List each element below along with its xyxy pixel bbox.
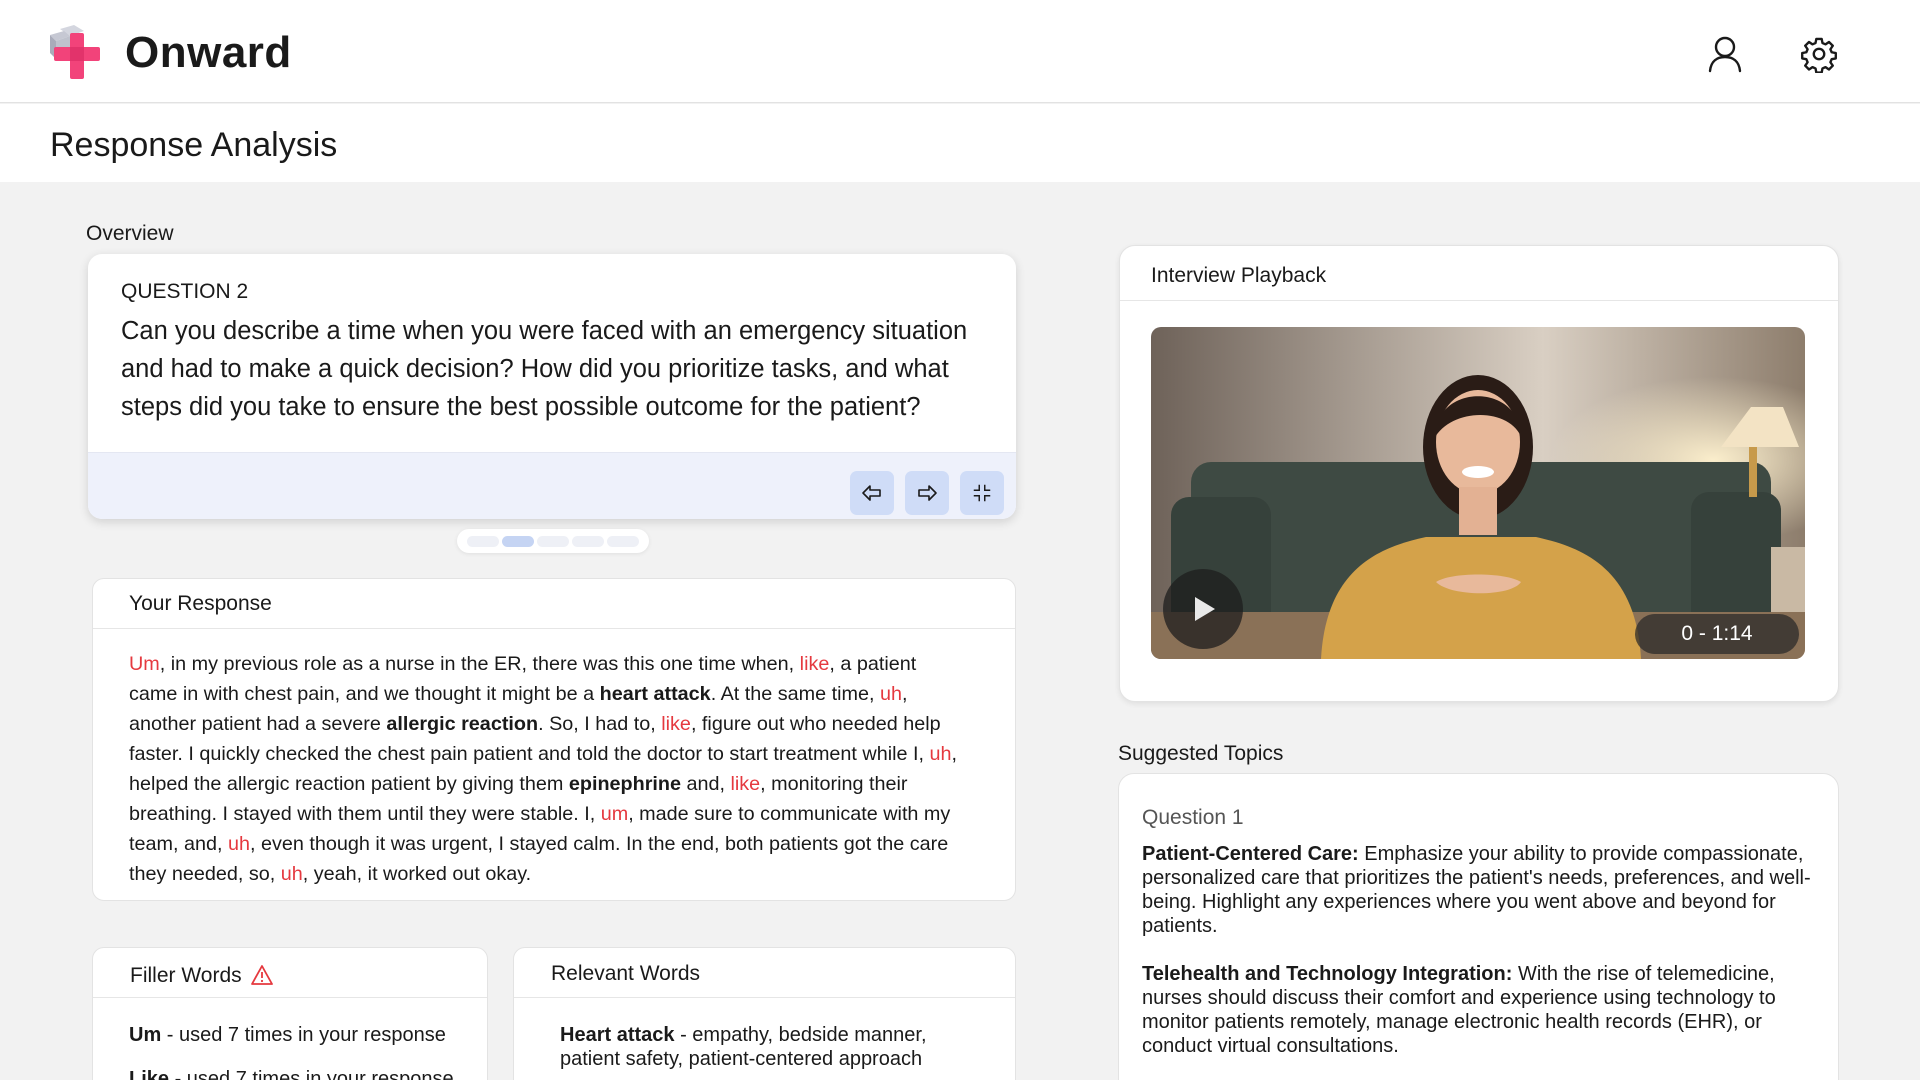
response-title: Your Response xyxy=(129,592,272,615)
relevant-words-title: Relevant Words xyxy=(551,962,701,985)
question-text: Can you describe a time when you were fa… xyxy=(121,317,968,421)
response-segment: . So, I had to, xyxy=(538,713,662,735)
relevant-words-card: Relevant Words Heart attack - empathy, b… xyxy=(513,947,1016,1080)
response-card: Your Response Um, in my previous role as… xyxy=(92,578,1016,901)
filler-words-list: Um - used 7 times in your response Like -… xyxy=(129,1023,454,1080)
video-time: 0 - 1:14 xyxy=(1635,614,1799,654)
filler-word: like xyxy=(730,773,761,795)
user-profile-button[interactable] xyxy=(1703,32,1747,76)
logo-icon xyxy=(50,25,100,79)
topics-question: Question 1 xyxy=(1142,806,1244,829)
filler-word-count: - used 7 times in your response xyxy=(161,1024,446,1046)
suggested-topic: Patient-Centered Care: Emphasize your ab… xyxy=(1142,842,1832,938)
filler-word: uh xyxy=(929,743,952,765)
warning-icon xyxy=(251,965,273,985)
response-segment: , yeah, it worked out okay. xyxy=(302,863,532,885)
relevant-word-term: Heart attack xyxy=(560,1024,675,1046)
topic-title: Patient-Centered Care: xyxy=(1142,843,1359,865)
topic-title: Telehealth and Technology Integration: xyxy=(1142,963,1513,985)
relevant-word-item: Heart attack - empathy, bedside manner, … xyxy=(560,1023,980,1071)
key-term: heart attack xyxy=(599,683,711,705)
title-bar: Response Analysis xyxy=(0,104,1920,182)
response-segment: , in my previous role as a nurse in the … xyxy=(159,653,800,675)
pager-dot[interactable] xyxy=(572,536,604,547)
suggested-topics-card: Question 1 Patient-Centered Care: Emphas… xyxy=(1118,773,1839,1080)
filler-words-title: Filler Words xyxy=(130,964,242,987)
next-question-button[interactable] xyxy=(905,471,949,515)
collapse-button[interactable] xyxy=(960,471,1004,515)
collapse-icon xyxy=(973,484,991,502)
key-term: epinephrine xyxy=(568,773,681,795)
response-text: Um, in my previous role as a nurse in th… xyxy=(129,649,969,889)
response-card-header: Your Response xyxy=(93,579,1015,629)
playback-title: Interview Playback xyxy=(1151,264,1327,287)
top-bar: Onward xyxy=(0,0,1920,103)
filler-words-card: Filler Words Um - used 7 times in your r… xyxy=(92,947,488,1080)
filler-word-term: Um xyxy=(129,1024,162,1046)
filler-word: Um xyxy=(129,653,160,675)
user-icon xyxy=(1708,36,1742,73)
play-button[interactable] xyxy=(1163,569,1243,649)
question-card: QUESTION 2 Can you describe a time when … xyxy=(88,254,1016,519)
filler-word: uh xyxy=(227,833,250,855)
pager-dot-active[interactable] xyxy=(502,536,534,547)
settings-button[interactable] xyxy=(1797,32,1841,76)
question-number: QUESTION 2 xyxy=(121,280,249,303)
response-segment: and, xyxy=(680,773,731,795)
response-segment: , even though it was urgent, I stayed ca… xyxy=(129,833,949,885)
filler-words-header: Filler Words xyxy=(93,948,487,998)
arrow-right-icon xyxy=(918,485,937,501)
filler-word-item: Um - used 7 times in your response xyxy=(129,1023,454,1047)
overview-label: Overview xyxy=(86,222,174,245)
filler-word: uh xyxy=(280,863,303,885)
suggested-topics-label: Suggested Topics xyxy=(1118,742,1284,765)
pager-dot[interactable] xyxy=(607,536,639,547)
playback-header: Interview Playback xyxy=(1120,246,1838,301)
filler-word: like xyxy=(799,653,830,675)
relevant-words-list: Heart attack - empathy, bedside manner, … xyxy=(560,1023,980,1071)
suggested-topics-body: Question 1 Patient-Centered Care: Emphas… xyxy=(1142,806,1832,1080)
response-segment: . At the same time, xyxy=(710,683,881,705)
suggested-topic: Telehealth and Technology Integration: W… xyxy=(1142,962,1832,1058)
video-thumbnail xyxy=(1151,327,1805,659)
pager-dot[interactable] xyxy=(467,536,499,547)
filler-word-item: Like - used 7 times in your response xyxy=(129,1067,454,1080)
filler-word: like xyxy=(661,713,691,735)
arrow-left-icon xyxy=(862,485,881,501)
question-card-footer xyxy=(88,452,1016,519)
filler-word-count: - used 7 times in your response xyxy=(169,1068,454,1080)
filler-word: um xyxy=(600,803,629,825)
play-icon xyxy=(1195,597,1215,621)
previous-question-button[interactable] xyxy=(850,471,894,515)
key-term: allergic reaction xyxy=(386,713,539,735)
page-title: Response Analysis xyxy=(50,126,338,164)
video-player[interactable]: 0 - 1:14 xyxy=(1151,327,1805,659)
relevant-words-header: Relevant Words xyxy=(514,948,1015,998)
gear-icon xyxy=(1801,37,1837,73)
question-pager xyxy=(457,529,649,553)
brand-name: Onward xyxy=(125,28,292,77)
pager-dot[interactable] xyxy=(537,536,569,547)
filler-word: uh xyxy=(880,683,903,705)
filler-word-term: Like xyxy=(129,1068,170,1080)
